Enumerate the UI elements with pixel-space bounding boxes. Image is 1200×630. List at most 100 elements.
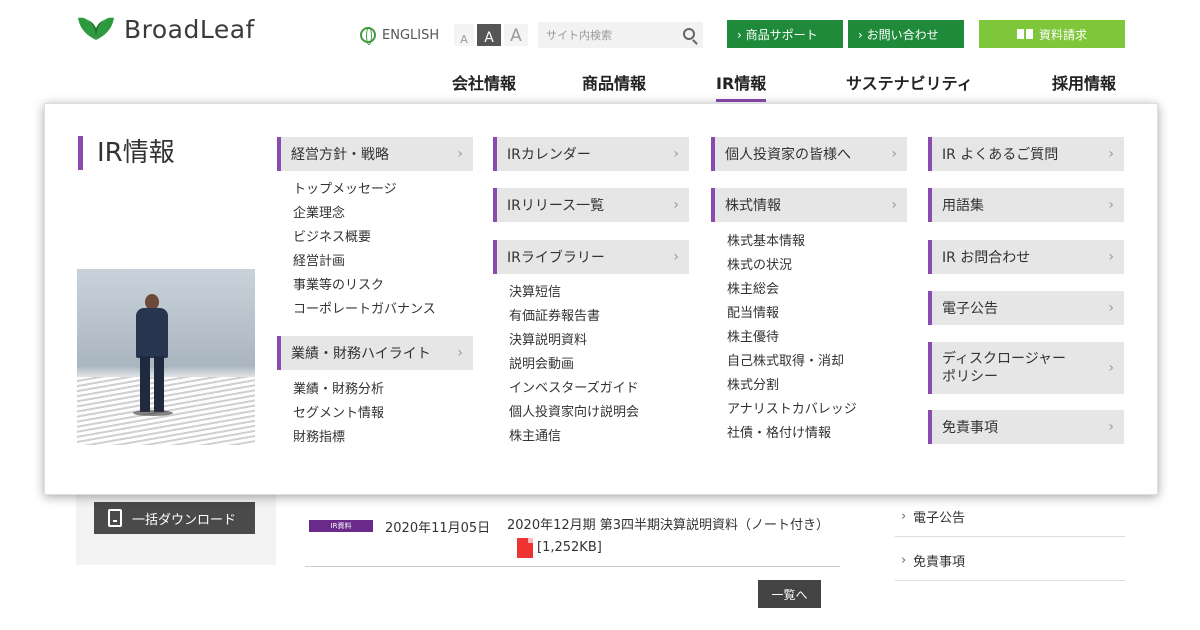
chevron-right-icon: › [1108, 360, 1114, 376]
menu-item-earnings-summary[interactable]: 決算短信 [509, 281, 561, 305]
menu-item-analyst-coverage[interactable]: アナリストカバレッジ [727, 398, 857, 422]
view-all-button[interactable]: 一覧へ [758, 580, 821, 608]
menu-category-disclaimer[interactable]: 免責事項 › [928, 410, 1124, 444]
category-label: 電子公告 [942, 301, 998, 317]
menu-item-stock-split[interactable]: 株式分割 [727, 374, 779, 398]
menu-category-ir-calendar[interactable]: IRカレンダー › [493, 137, 689, 171]
nav-company[interactable]: 会社情報 [452, 70, 516, 94]
menu-item-business-plan[interactable]: 経営計画 [293, 250, 345, 274]
chevron-right-icon: › [1108, 300, 1114, 316]
bulk-download-label: 一括ダウンロード [132, 512, 237, 528]
menu-category-ir-faq[interactable]: IR よくあるご質問 › [928, 137, 1124, 171]
category-label: IR お問合わせ [942, 250, 1031, 266]
request-documents-label: 資料請求 [1038, 27, 1087, 42]
category-label: 業績・財務ハイライト [291, 346, 431, 362]
menu-item-philosophy[interactable]: 企業理念 [293, 202, 345, 226]
chevron-right-icon: › [1108, 249, 1114, 265]
nav-recruit[interactable]: 採用情報 [1052, 70, 1116, 94]
search-placeholder: サイト内検索 [546, 29, 612, 42]
bulk-download-button[interactable]: 一括ダウンロード [94, 502, 255, 534]
menu-item-results-presentation[interactable]: 決算説明資料 [509, 329, 587, 353]
request-documents-button[interactable]: 資料請求 [979, 20, 1125, 48]
language-switch[interactable]: ENGLISH [360, 27, 440, 45]
font-size-medium-button[interactable]: A [477, 24, 501, 46]
download-icon [108, 509, 122, 527]
category-label: 経営方針・戦略 [291, 147, 389, 163]
menu-category-management-policy[interactable]: 経営方針・戦略 › [277, 137, 473, 171]
chevron-right-icon: › [891, 197, 897, 213]
menu-item-stock-basics[interactable]: 株式基本情報 [727, 230, 805, 254]
menu-item-shareholders-meeting[interactable]: 株主総会 [727, 278, 779, 302]
menu-category-ir-library[interactable]: IRライブラリー › [493, 240, 689, 274]
side-link-disclaimer[interactable]: 免責事項 [895, 541, 1125, 581]
category-label: IR よくあるご質問 [942, 147, 1059, 163]
leaf-logo-icon [78, 17, 114, 40]
chevron-right-icon: › [673, 197, 679, 213]
menu-category-financial-highlights[interactable]: 業績・財務ハイライト › [277, 336, 473, 370]
font-size-small-button[interactable]: A [454, 24, 474, 46]
ir-mega-menu: IR情報 経営方針・戦略 › トップメッセージ 企業理念 ビジネス概要 経営計画 … [44, 103, 1158, 495]
chevron-right-icon: › [891, 146, 897, 162]
category-label: 用語集 [942, 198, 984, 214]
news-date: 2020年11月05日 [385, 521, 491, 536]
chevron-right-icon: › [1108, 146, 1114, 162]
menu-item-bonds-ratings[interactable]: 社債・格付け情報 [727, 422, 831, 446]
chevron-right-icon: › [673, 249, 679, 265]
nav-ir[interactable]: IR情報 [716, 70, 767, 102]
news-title-text[interactable]: 2020年12月期 第3四半期決算説明資料（ノート付き） [507, 518, 829, 533]
menu-item-individual-briefing[interactable]: 個人投資家向け説明会 [509, 401, 639, 425]
chevron-right-icon: › [1108, 419, 1114, 435]
language-label: ENGLISH [382, 27, 440, 43]
menu-item-business-overview[interactable]: ビジネス概要 [293, 226, 371, 250]
menu-category-ir-releases[interactable]: IRリリース一覧 › [493, 188, 689, 222]
menu-item-dividends[interactable]: 配当情報 [727, 302, 779, 326]
site-search-input[interactable]: サイト内検索 [538, 22, 703, 48]
news-file-size: [1,252KB] [537, 540, 602, 555]
book-icon [1016, 29, 1033, 39]
category-label: 株式情報 [725, 198, 781, 214]
menu-item-investors-guide[interactable]: インベスターズガイド [509, 377, 639, 401]
global-nav: 会社情報 商品情報 IR情報 サステナビリティ 採用情報 [0, 68, 1200, 102]
mega-menu-title: IR情報 [78, 136, 175, 170]
category-label: IRカレンダー [507, 147, 591, 163]
globe-icon [360, 27, 376, 45]
font-size-large-button[interactable]: A [504, 24, 528, 46]
menu-item-securities-report[interactable]: 有価証券報告書 [509, 305, 600, 329]
chevron-right-icon: › [673, 146, 679, 162]
menu-category-e-notice[interactable]: 電子公告 › [928, 291, 1124, 325]
page: { "header": { "logo_text": "BroadLeaf", … [0, 0, 1200, 630]
menu-category-disclosure-policy[interactable]: ディスクロージャー ポリシー › [928, 342, 1124, 394]
news-title[interactable]: 2020年12月期 第3四半期決算説明資料（ノート付き） [1,252KB] [507, 515, 829, 559]
news-row: IR資料 2020年11月05日 2020年12月期 第3四半期決算説明資料（ノ… [305, 505, 840, 567]
menu-item-governance[interactable]: コーポレートガバナンス [293, 298, 436, 322]
menu-category-individual-investors[interactable]: 個人投資家の皆様へ › [711, 137, 907, 171]
menu-item-financial-indicators[interactable]: 財務指標 [293, 426, 345, 450]
side-link-e-notice[interactable]: 電子公告 [895, 497, 1125, 537]
menu-item-segment-info[interactable]: セグメント情報 [293, 402, 384, 426]
businessman-photo [77, 269, 255, 445]
nav-products[interactable]: 商品情報 [582, 70, 646, 94]
pdf-icon [517, 537, 533, 558]
menu-item-share-buyback[interactable]: 自己株式取得・消却 [727, 350, 844, 374]
category-label: ディスクロージャー ポリシー [942, 351, 1067, 385]
menu-item-shareholder-newsletter[interactable]: 株主通信 [509, 425, 561, 449]
news-badge: IR資料 [309, 520, 373, 532]
menu-item-shareholder-benefits[interactable]: 株主優待 [727, 326, 779, 350]
menu-item-stock-status[interactable]: 株式の状況 [727, 254, 792, 278]
contact-button[interactable]: › お問い合わせ [848, 20, 964, 48]
chevron-right-icon: › [1108, 197, 1114, 213]
category-label: IRリリース一覧 [507, 198, 605, 214]
search-icon[interactable] [683, 28, 695, 40]
menu-category-glossary[interactable]: 用語集 › [928, 188, 1124, 222]
menu-item-briefing-video[interactable]: 説明会動画 [509, 353, 574, 377]
logo[interactable]: BroadLeaf [76, 14, 255, 44]
menu-category-ir-contact[interactable]: IR お問合わせ › [928, 240, 1124, 274]
menu-item-business-risks[interactable]: 事業等のリスク [293, 274, 384, 298]
menu-category-stock-info[interactable]: 株式情報 › [711, 188, 907, 222]
product-support-button[interactable]: › 商品サポート [727, 20, 843, 48]
menu-item-top-message[interactable]: トップメッセージ [293, 178, 397, 202]
category-label: 個人投資家の皆様へ [725, 147, 851, 163]
chevron-right-icon: › [457, 146, 463, 162]
nav-sustainability[interactable]: サステナビリティ [846, 70, 973, 94]
menu-item-financial-analysis[interactable]: 業績・財務分析 [293, 378, 384, 402]
